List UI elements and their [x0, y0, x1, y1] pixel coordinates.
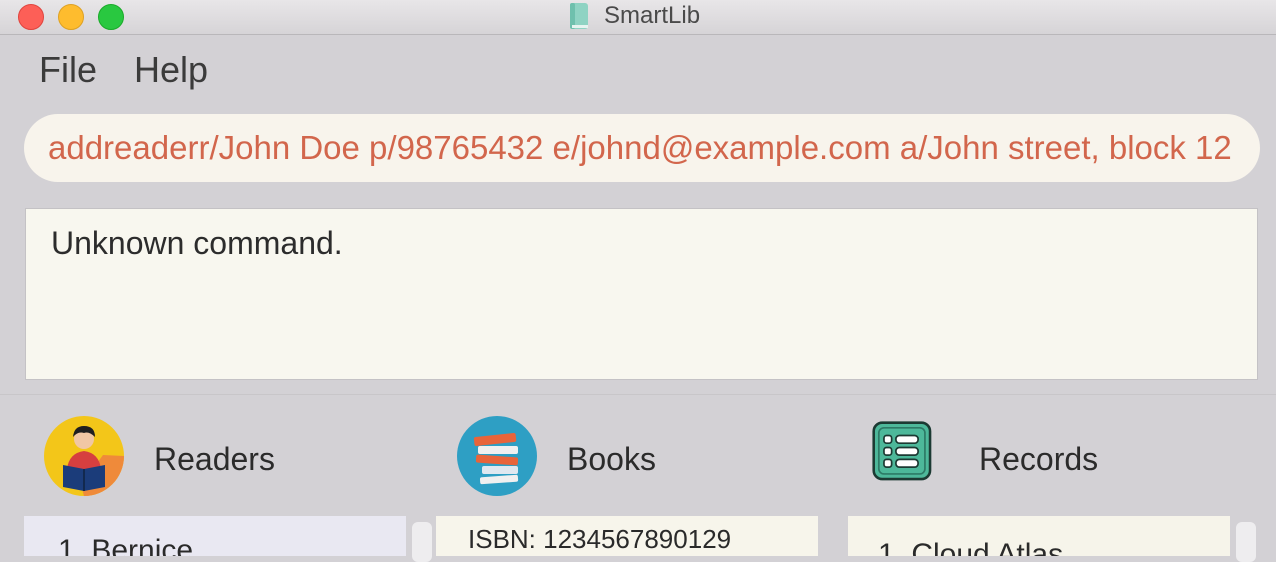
book-isbn: ISBN: 1234567890129 [468, 524, 732, 554]
menu-help[interactable]: Help [134, 49, 208, 91]
title-bar: SmartLib [0, 0, 1276, 35]
readers-list-item[interactable]: 1. Bernice [24, 516, 406, 556]
result-message: Unknown command. [51, 225, 343, 261]
books-label: Books [567, 441, 656, 477]
records-icon [872, 421, 932, 481]
book-icon [570, 3, 588, 29]
records-panel-header: Records [872, 415, 1212, 497]
books-panel-header: Books [456, 415, 796, 497]
maximize-window-button[interactable] [98, 4, 124, 30]
reader-icon [44, 416, 124, 496]
divider [0, 394, 1276, 395]
records-scrollbar[interactable] [1236, 522, 1256, 562]
menu-file[interactable]: File [39, 49, 97, 91]
window-title: SmartLib [604, 2, 701, 29]
command-input[interactable] [48, 114, 1248, 182]
books-icon [457, 416, 537, 496]
menu-bar: File Help [0, 35, 1276, 103]
readers-panel-header: Readers [43, 415, 383, 497]
close-window-button[interactable] [18, 4, 44, 30]
command-box [24, 114, 1260, 182]
readers-scrollbar[interactable] [412, 522, 432, 562]
minimize-window-button[interactable] [58, 4, 84, 30]
result-display: Unknown command. [25, 208, 1258, 380]
reader-name: 1. Bernice [58, 534, 194, 556]
readers-label: Readers [154, 441, 275, 477]
records-list-item[interactable]: 1. Cloud Atlas [848, 516, 1230, 556]
books-list-item[interactable]: ISBN: 1234567890129 [436, 516, 818, 556]
records-label: Records [979, 441, 1099, 477]
record-title: 1. Cloud Atlas [878, 538, 1064, 556]
